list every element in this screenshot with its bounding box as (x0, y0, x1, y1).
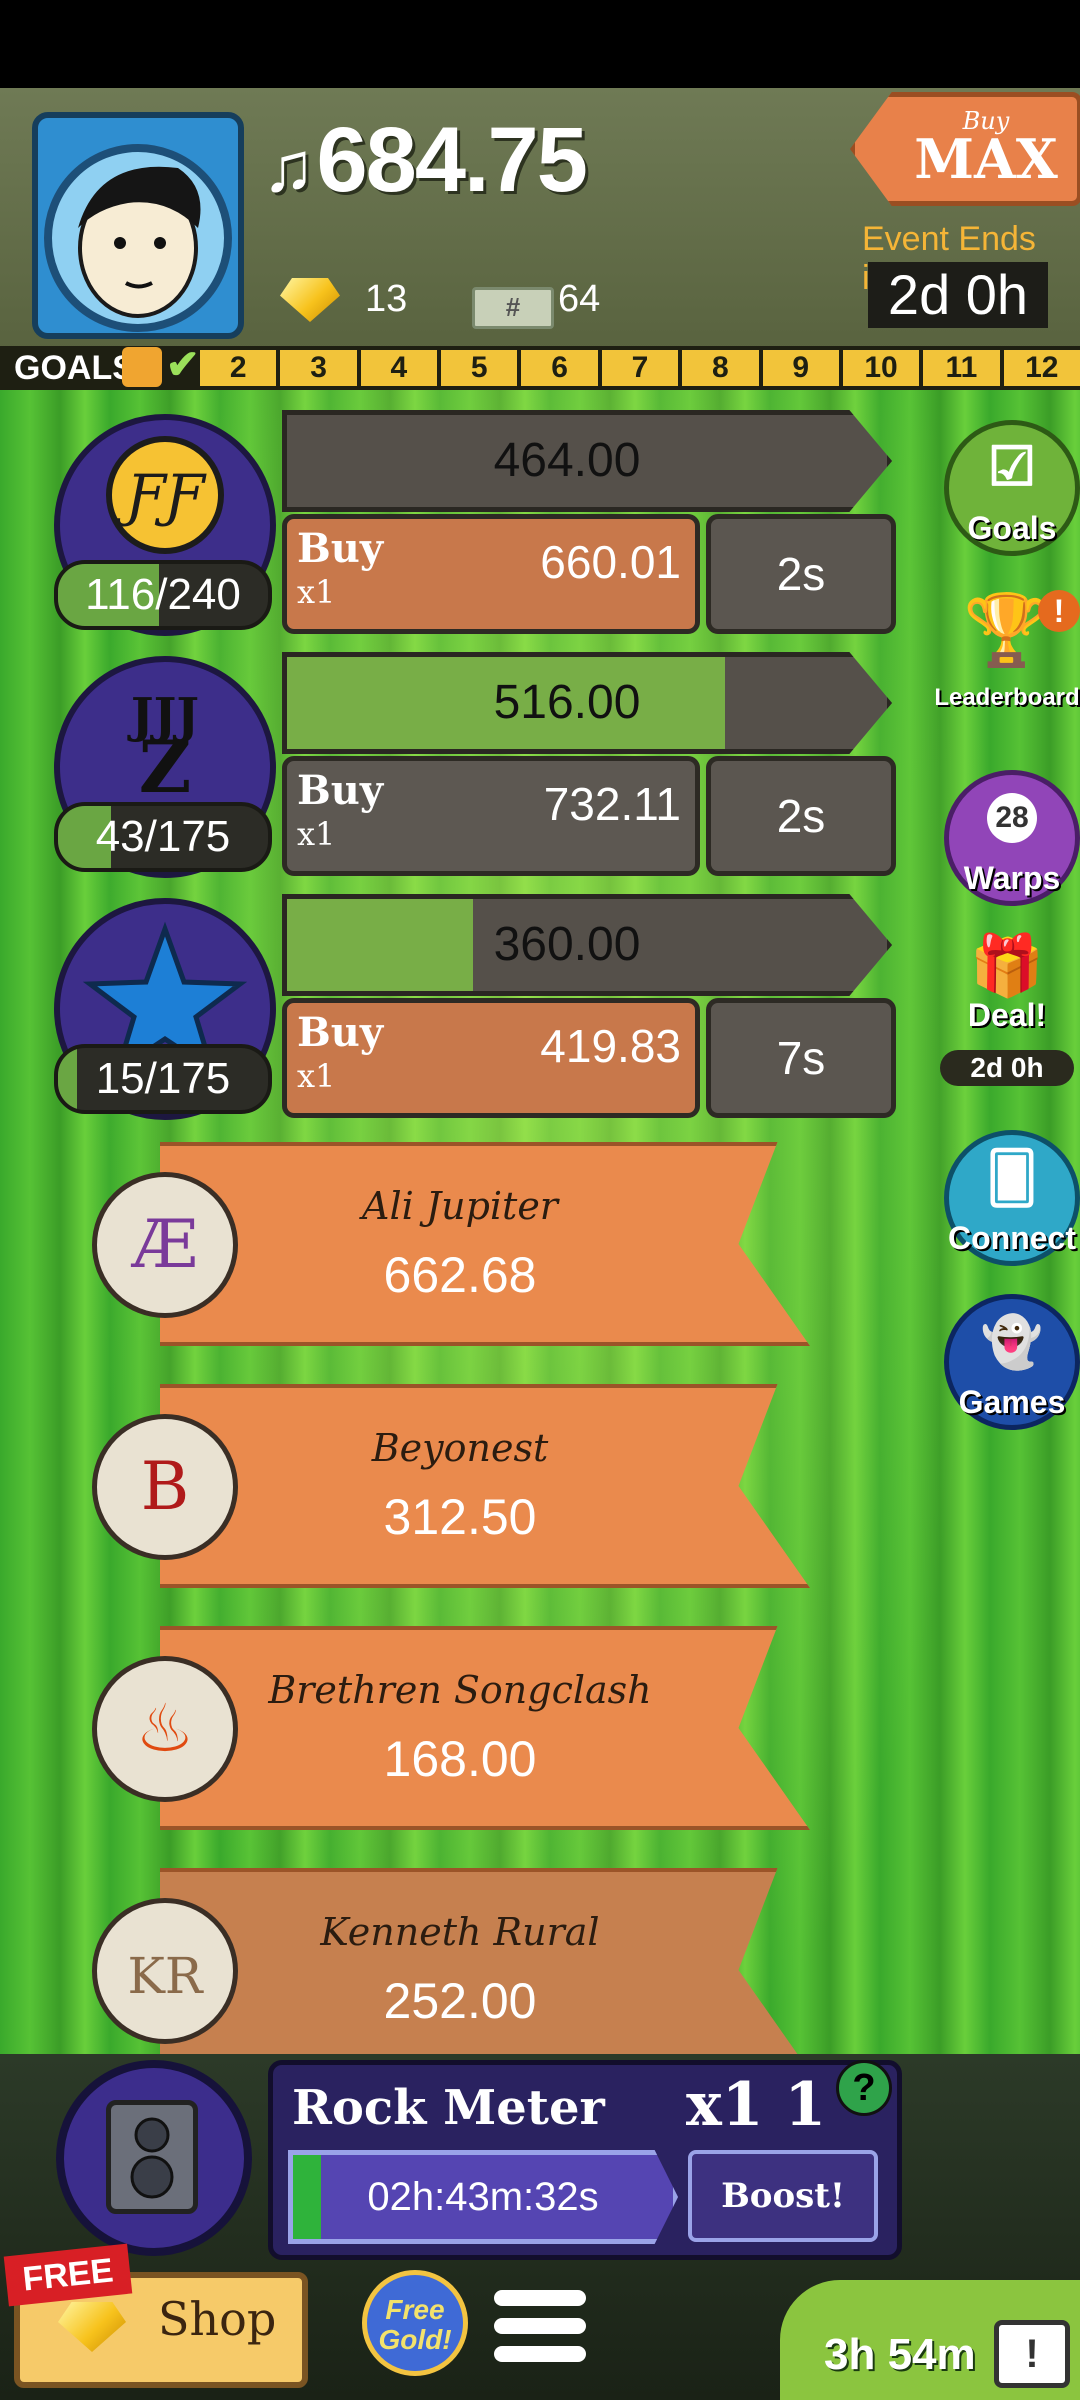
cards-icon: 🂠 (986, 1150, 1038, 1206)
player-avatar[interactable] (32, 112, 244, 339)
warps-side-button[interactable]: 28 Warps (944, 770, 1080, 906)
checkmark-icon: ✔ (166, 343, 200, 387)
ghost-icon: 👻 (980, 1314, 1044, 1370)
goal-step: 2 (196, 350, 277, 386)
venue-progress-bar: 464.00 (282, 410, 892, 512)
artist-banner-ali-jupiter[interactable]: Ali Jupiter 662.68 (160, 1142, 810, 1346)
venue-progress-value: 464.00 (493, 434, 641, 487)
goal-step: 6 (517, 350, 598, 386)
cycle-time-button[interactable]: 2s (706, 514, 896, 634)
deal-side-button[interactable]: 🎁 Deal! (944, 930, 1070, 1056)
venue-progress-value: 360.00 (493, 918, 641, 971)
goal-step: 7 (597, 350, 679, 386)
help-button[interactable]: ? (836, 2060, 892, 2116)
games-side-button[interactable]: 👻 Games (944, 1294, 1080, 1430)
artist-name: Kenneth Rural (320, 1910, 600, 1954)
speaker-icon (106, 2100, 198, 2214)
rock-meter-multiplier: x1 1 (686, 2070, 827, 2140)
flame-logo-icon: ♨ (92, 1656, 238, 1802)
venue-count: 116/240 (54, 560, 272, 630)
goal-step: 12 (999, 350, 1080, 386)
cycle-time-button[interactable]: 7s (706, 998, 896, 1118)
buy-button[interactable]: Buy x1 419.83 (282, 998, 700, 1118)
artist-logo-icon: B (92, 1414, 238, 1560)
artist-name: Brethren Songclash (268, 1668, 652, 1712)
rock-meter-title: Rock Meter (292, 2080, 605, 2136)
buy-price: 732.11 (543, 778, 681, 830)
rock-meter-fill (293, 2155, 321, 2239)
svg-text:Z: Z (139, 724, 192, 809)
artist-logo-icon: Æ (92, 1172, 238, 1318)
money-counter: ♫684.75 (262, 109, 588, 211)
cash-count: 64 (558, 278, 601, 320)
artist-logo-icon: KR (92, 1898, 238, 2044)
alert-badge: ! (1038, 590, 1080, 632)
venue-count: 15/175 (54, 1044, 272, 1114)
status-bar (0, 0, 1080, 88)
buy-price: 660.01 (540, 536, 681, 588)
checklist-icon: ☑ (987, 437, 1037, 497)
buy-price: 419.83 (540, 1020, 681, 1072)
warps-count: 28 (987, 793, 1037, 843)
shop-label: Shop (158, 2292, 277, 2346)
buy-button[interactable]: Buy x1 660.01 (282, 514, 700, 634)
buy-max-button[interactable]: Buy MAX (850, 92, 1080, 206)
gem-count: 13 (365, 278, 408, 320)
artist-banner-beyonest[interactable]: Beyonest 312.50 (160, 1384, 810, 1588)
venue-progress-bar: 360.00 (282, 894, 892, 996)
cash-icon: # (472, 287, 554, 329)
boost-button[interactable]: Boost! (688, 2150, 878, 2242)
goal-step: 3 (276, 350, 357, 386)
cycle-time-button[interactable]: 2s (706, 756, 896, 876)
rock-meter-timer: 02h:43m:32s (288, 2150, 678, 2244)
goal-step: 4 (356, 350, 438, 386)
buy-button[interactable]: Buy x1 732.11 (282, 756, 700, 876)
goals-label: GOALS (14, 349, 135, 387)
artist-amount: 252.00 (383, 1973, 537, 2029)
artist-amount: 662.68 (383, 1247, 537, 1303)
goal-step: 8 (678, 350, 759, 386)
venue-progress-value: 516.00 (493, 676, 641, 729)
artist-name: Beyonest (371, 1426, 549, 1470)
artist-name: Ali Jupiter (362, 1184, 558, 1228)
artist-banner-brethren-songclash[interactable]: Brethren Songclash 168.00 (160, 1626, 810, 1830)
goal-step: 10 (838, 350, 920, 386)
tv-icon[interactable]: ! (994, 2320, 1070, 2388)
tv-reward-timer: 3h 54m (824, 2330, 976, 2379)
svg-text:ƑƑ: ƑƑ (115, 464, 207, 529)
artist-amount: 168.00 (383, 1731, 537, 1787)
goal-step: 9 (758, 350, 839, 386)
venue-count: 43/175 (54, 802, 272, 872)
goal-step: 5 (437, 350, 518, 386)
free-gold-button[interactable]: Free Gold! (362, 2270, 468, 2376)
event-timer: 2d 0h (868, 262, 1048, 328)
gift-icon (122, 347, 162, 387)
goals-side-button[interactable]: ☑ Goals (944, 420, 1080, 556)
artist-banner-kenneth-rural[interactable]: Kenneth Rural 252.00 (160, 1868, 810, 2072)
connect-side-button[interactable]: 🂠 Connect (944, 1130, 1080, 1266)
gift-box-icon: 🎁 (969, 932, 1045, 999)
venue-count-fill (58, 1048, 77, 1110)
artist-amount: 312.50 (383, 1489, 537, 1545)
goal-steps: 2 3 4 5 6 7 8 9 10 11 12 (196, 350, 1080, 386)
goal-step: 11 (919, 350, 1000, 386)
hamburger-menu-icon[interactable] (494, 2290, 586, 2366)
deal-timer: 2d 0h (940, 1050, 1074, 1086)
leaderboard-side-button[interactable]: 🏆 ! Leaderboard (934, 590, 1080, 716)
venue-progress-bar: 516.00 (282, 652, 892, 754)
